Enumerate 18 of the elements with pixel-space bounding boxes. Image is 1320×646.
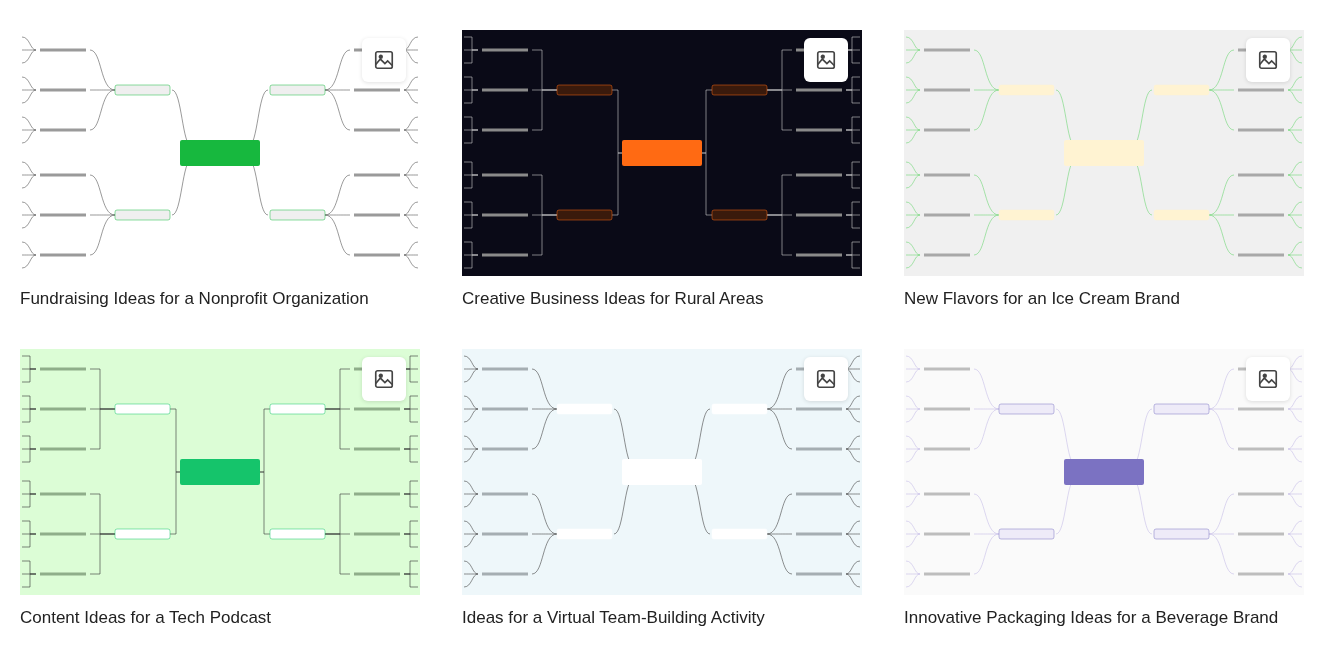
card-title[interactable]: Ideas for a Virtual Team-Building Activity <box>462 606 765 630</box>
card-title[interactable]: Creative Business Ideas for Rural Areas <box>462 287 764 311</box>
image-icon <box>1257 49 1279 71</box>
card-title[interactable]: Innovative Packaging Ideas for a Beverage Brand <box>904 606 1279 630</box>
image-icon <box>1257 368 1279 390</box>
image-button[interactable] <box>804 38 848 82</box>
image-icon <box>815 368 837 390</box>
image-icon <box>815 49 837 71</box>
image-icon <box>373 49 395 71</box>
card-title[interactable]: Content Ideas for a Tech Podcast <box>20 606 272 630</box>
image-button[interactable] <box>1246 38 1290 82</box>
image-button[interactable] <box>1246 357 1290 401</box>
image-button[interactable] <box>362 357 406 401</box>
card-title[interactable]: New Flavors for an Ice Cream Brand <box>904 287 1180 311</box>
image-button[interactable] <box>804 357 848 401</box>
image-icon <box>373 368 395 390</box>
card-title[interactable]: Fundraising Ideas for a Nonprofit Organization <box>20 287 369 311</box>
image-button[interactable] <box>362 38 406 82</box>
